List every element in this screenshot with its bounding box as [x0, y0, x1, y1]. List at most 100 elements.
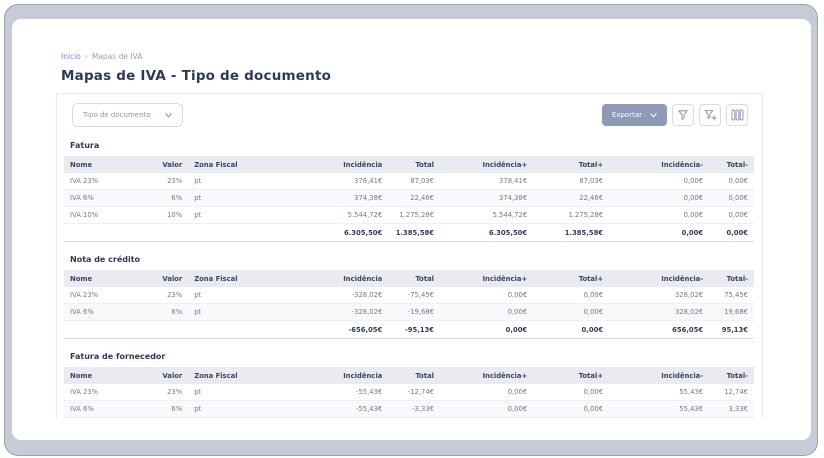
table-cell: pt: [188, 206, 265, 224]
table-cell: 5.544,72€: [264, 206, 389, 224]
columns-button[interactable]: [726, 104, 748, 126]
table-header-cell: Incidência: [264, 156, 389, 173]
table-cell: 328,02€: [609, 303, 710, 321]
table-total-cell: 95,13€: [709, 320, 754, 339]
table-header-cell: Total+: [533, 156, 610, 173]
table-total-cell: 0,00€: [533, 320, 610, 339]
columns-icon: [731, 109, 743, 121]
page-content: Início › Mapas de IVA Mapas de IVA - Tip…: [12, 19, 811, 418]
table-cell: 0,00€: [533, 287, 610, 304]
table-cell: -12,74€: [388, 384, 441, 401]
table-cell: IVA 23%: [64, 384, 144, 401]
table-cell: 87,03€: [533, 173, 610, 190]
table-header-row: Nome Valor Zona Fiscal Incidência Total Incid…: [64, 270, 754, 287]
table-total-cell: 656,05€: [609, 320, 710, 339]
table-cell: 87,03€: [388, 173, 441, 190]
filter-settings-icon: [704, 110, 717, 121]
table-cell: 3,33€: [709, 400, 754, 418]
chevron-down-icon: [650, 112, 657, 117]
section-title: Fatura de fornecedor: [70, 352, 166, 361]
table-cell: IVA 23%: [64, 173, 144, 190]
table-cell: 0,00€: [533, 303, 610, 321]
table-cell: 378,41€: [264, 173, 389, 190]
filter-button[interactable]: [672, 104, 694, 126]
table-cell: 23%: [143, 384, 189, 401]
table-cell: 0,00€: [609, 173, 710, 190]
table-totals-row: 6.305,50€ 1.385,58€ 6.305,50€ 1.385,58€ 0,00…: [64, 223, 754, 242]
table-header-cell: Nome: [64, 367, 144, 384]
table-cell: pt: [188, 173, 265, 190]
table-header-cell: Total: [388, 270, 441, 287]
table-header-cell: Total-: [709, 367, 754, 384]
table-total-cell: -95,13€: [388, 320, 441, 339]
table-header-row: Nome Valor Zona Fiscal Incidência Total Incid…: [64, 367, 754, 384]
table-cell: 22,46€: [388, 189, 441, 207]
table-totals-row: -656,05€ -95,13€ 0,00€ 0,00€ 656,05€ 95,13€: [64, 320, 754, 339]
table-cell: 374,38€: [264, 189, 389, 207]
table-cell: 0,00€: [533, 384, 610, 401]
table-row: IVA 23% 23% pt -328,02€ -75,45€ 0,00€ 0,00€ 328…: [64, 287, 754, 304]
table-cell: pt: [188, 189, 265, 207]
table-cell: [64, 320, 144, 339]
breadcrumb: Início › Mapas de IVA: [61, 52, 811, 61]
table-header-cell: Zona Fiscal: [188, 156, 265, 173]
table-cell: 0,00€: [440, 287, 534, 304]
table-cell: 6%: [143, 400, 189, 418]
table-cell: 0,00€: [709, 206, 754, 224]
table-total-cell: 1.385,58€: [388, 223, 441, 242]
table-cell: 55,43€: [609, 384, 710, 401]
document-type-dropdown[interactable]: Tipo de documento: [72, 103, 183, 127]
table-total-cell: -656,05€: [264, 320, 389, 339]
section-title: Nota de crédito: [70, 255, 141, 264]
table-cell: 0,00€: [440, 303, 534, 321]
table-header-cell: Incidência-: [609, 367, 710, 384]
table-header-cell: Incidência-: [609, 270, 710, 287]
table-cell: IVA 6%: [64, 189, 144, 207]
window-frame: Início › Mapas de IVA Mapas de IVA - Tip…: [4, 4, 818, 456]
table-cell: 0,00€: [440, 400, 534, 418]
filter-settings-button[interactable]: [699, 104, 721, 126]
table-cell: 23%: [143, 287, 189, 304]
table-cell: -19,68€: [388, 303, 441, 321]
table-cell: 0,00€: [709, 189, 754, 207]
breadcrumb-separator: ›: [84, 52, 88, 61]
document-type-dropdown-label: Tipo de documento: [83, 111, 151, 119]
table-header-cell: Total-: [709, 156, 754, 173]
table-cell: -75,45€: [388, 287, 441, 304]
table-header-cell: Total+: [533, 270, 610, 287]
table-cell: 5.544,72€: [440, 206, 534, 224]
table-cell: 6%: [143, 303, 189, 321]
table-header-cell: Total-: [709, 270, 754, 287]
report-sections: Fatura Nome Valor Zona Fiscal Incidência Tot…: [57, 141, 762, 418]
table-cell: [188, 320, 265, 339]
table-header-row: Nome Valor Zona Fiscal Incidência Total Incid…: [64, 156, 754, 173]
table-header-cell: Nome: [64, 270, 144, 287]
table-cell: 6%: [143, 189, 189, 207]
table-row: IVA 10% 10% pt 5.544,72€ 1.275,28€ 5.544,72€ 1…: [64, 206, 754, 224]
export-button[interactable]: Exportar: [601, 104, 667, 126]
table-cell: 0,00€: [609, 189, 710, 207]
table-row: IVA 23% 23% pt 378,41€ 87,03€ 378,41€ 87,03€ 0,…: [64, 173, 754, 190]
table-cell: -55,43€: [264, 384, 389, 401]
report-section: Fatura de fornecedor Nome Valor Zona Fisca…: [57, 352, 762, 418]
table-total-cell: 6.305,50€: [440, 223, 534, 242]
table-cell: 55,43€: [609, 400, 710, 418]
breadcrumb-current: Mapas de IVA: [91, 52, 143, 61]
table-header-cell: Incidência+: [440, 270, 534, 287]
table-cell: pt: [188, 384, 265, 401]
breadcrumb-home-link[interactable]: Início: [61, 52, 81, 61]
table-row: IVA 6% 6% pt -328,02€ -19,68€ 0,00€ 0,00€ 328,0…: [64, 303, 754, 321]
table-cell: IVA 10%: [64, 206, 144, 224]
table-header-cell: Incidência-: [609, 156, 710, 173]
table-cell: -328,02€: [264, 303, 389, 321]
table-cell: pt: [188, 400, 265, 418]
table-total-cell: 0,00€: [709, 223, 754, 242]
table-cell: IVA 6%: [64, 400, 144, 418]
table-cell: [143, 320, 189, 339]
table-total-cell: 1.385,58€: [533, 223, 610, 242]
table-header-cell: Total: [388, 156, 441, 173]
table-header-cell: Valor: [143, 367, 189, 384]
table-header-cell: Incidência: [264, 367, 389, 384]
table-header-cell: Nome: [64, 156, 144, 173]
app-window: Início › Mapas de IVA Mapas de IVA - Tip…: [12, 19, 811, 440]
